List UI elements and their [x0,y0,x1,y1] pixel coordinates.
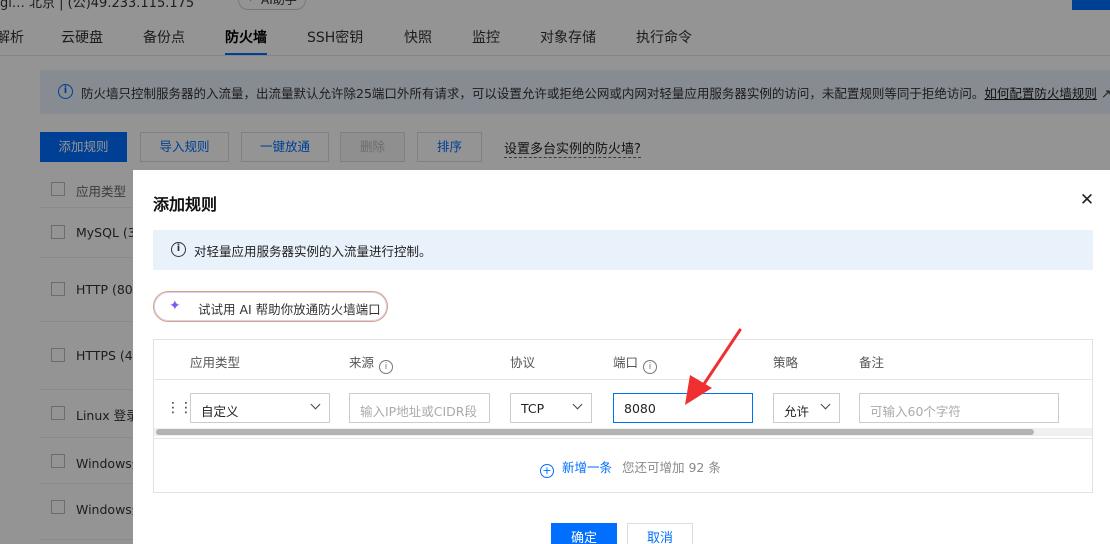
annotation-arrow [685,328,742,405]
